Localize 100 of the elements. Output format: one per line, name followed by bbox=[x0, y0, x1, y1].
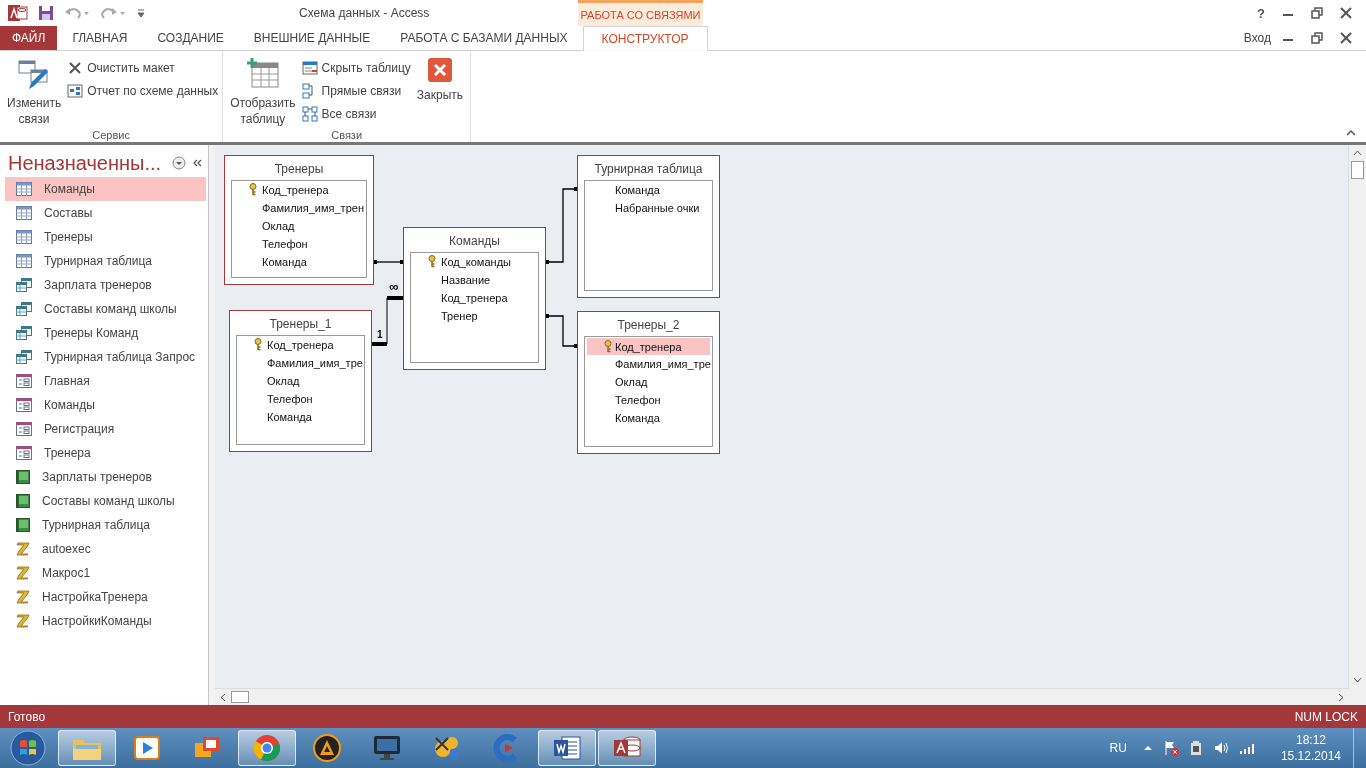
customize-toolbar-icon[interactable] bbox=[136, 8, 146, 18]
start-button[interactable] bbox=[8, 728, 48, 768]
field-row[interactable]: Команда bbox=[585, 181, 712, 199]
navigation-item[interactable]: Турнирная таблица bbox=[5, 513, 206, 537]
field-row[interactable]: Оклад bbox=[585, 373, 712, 391]
ribbon-button[interactable]: Все связи bbox=[301, 105, 411, 122]
field-row[interactable]: Набранные очки bbox=[585, 199, 712, 217]
navigation-item[interactable]: НастройкиКоманды bbox=[5, 609, 206, 633]
flag-icon[interactable] bbox=[1162, 740, 1179, 756]
group-label: Связи bbox=[330, 129, 364, 142]
navigation-pane-title[interactable]: Неназначенны... bbox=[8, 151, 166, 175]
clock-time[interactable]: 18:12 bbox=[1295, 732, 1326, 748]
show-hidden-icons-icon[interactable] bbox=[1142, 744, 1153, 752]
field-row[interactable]: Телефон bbox=[237, 390, 364, 408]
field-row[interactable]: Телефон bbox=[232, 235, 366, 253]
navigation-item[interactable]: Зарплаты тренеров bbox=[5, 465, 206, 489]
relationship-line[interactable] bbox=[371, 296, 404, 346]
table-title: Турнирная таблица bbox=[593, 161, 704, 178]
field-row[interactable]: Код_тренера bbox=[587, 338, 710, 355]
ribbon-button[interactable]: Закрыть bbox=[413, 55, 467, 129]
navigation-item[interactable]: Команды bbox=[5, 177, 206, 201]
field-row[interactable]: Фамилия_имя_тре bbox=[237, 354, 364, 372]
field-row[interactable]: Фамилия_имя_тре bbox=[585, 355, 712, 373]
restore-icon[interactable] bbox=[1311, 7, 1323, 19]
collapse-ribbon-icon[interactable] bbox=[1346, 129, 1356, 136]
field-row[interactable]: Тренер bbox=[411, 307, 538, 325]
ribbon-tab[interactable]: ВНЕШНИЕ ДАННЫЕ bbox=[238, 26, 386, 50]
relationship-line[interactable] bbox=[545, 187, 578, 264]
device-icon[interactable] bbox=[1188, 740, 1203, 756]
navigation-item[interactable]: Зарплата тренеров bbox=[5, 273, 206, 297]
sign-in-link[interactable]: Вход bbox=[1243, 31, 1271, 45]
volume-icon[interactable] bbox=[1212, 740, 1229, 756]
navigation-item[interactable]: НастройкаТренера bbox=[5, 585, 206, 609]
dropdown-icon[interactable] bbox=[172, 156, 186, 170]
ribbon-tab[interactable]: СОЗДАНИЕ bbox=[142, 26, 239, 50]
table-window[interactable]: Тренеры_1 Код_тренера Фамилия_имя_тре Оклад Телефон Команда bbox=[229, 310, 372, 452]
language-indicator[interactable]: RU bbox=[1109, 741, 1127, 755]
collapse-pane-icon[interactable] bbox=[192, 158, 202, 168]
relationship-line[interactable] bbox=[373, 260, 404, 264]
help-button[interactable]: ? bbox=[1257, 5, 1265, 21]
navigation-item[interactable]: Турнирная таблица bbox=[5, 249, 206, 273]
ribbon-button[interactable]: Скрыть таблицу bbox=[301, 59, 411, 76]
ribbon-button[interactable]: Изменить связи bbox=[4, 55, 65, 129]
navigation-item[interactable]: Тренеры bbox=[5, 225, 206, 249]
taskbar-button[interactable] bbox=[598, 730, 656, 766]
table-title: Тренеры_2 bbox=[616, 317, 681, 334]
navigation-item[interactable]: Тренера bbox=[5, 441, 206, 465]
field-row[interactable]: Код_тренера bbox=[232, 181, 366, 199]
save-icon[interactable] bbox=[38, 5, 54, 21]
taskbar-button[interactable] bbox=[238, 730, 296, 766]
ribbon-tab[interactable]: ГЛАВНАЯ bbox=[57, 26, 143, 50]
navigation-item[interactable]: autoexec bbox=[5, 537, 206, 561]
table-icon bbox=[16, 182, 32, 196]
relationship-line[interactable] bbox=[545, 314, 578, 348]
vertical-scrollbar[interactable] bbox=[1348, 145, 1366, 688]
window-title: Схема данных - Access bbox=[299, 6, 430, 20]
ribbon-button[interactable]: Очистить макет bbox=[67, 59, 219, 76]
ribbon-button[interactable]: Прямые связи bbox=[301, 82, 411, 99]
ribbon-tab[interactable]: ФАЙЛ bbox=[0, 26, 58, 50]
field-row[interactable]: Команда bbox=[232, 253, 366, 271]
app-icon[interactable] bbox=[8, 4, 28, 22]
ribbon-button[interactable]: Отобразить таблицу bbox=[227, 55, 299, 129]
scroll-thumb[interactable] bbox=[1351, 161, 1364, 179]
field-row[interactable]: Телефон bbox=[585, 391, 712, 409]
navigation-item[interactable]: Составы bbox=[5, 201, 206, 225]
navigation-item[interactable]: Тренеры Команд bbox=[5, 321, 206, 345]
navigation-item[interactable]: Составы команд школы bbox=[5, 297, 206, 321]
navigation-item[interactable]: Главная bbox=[5, 369, 206, 393]
clock-date[interactable]: 15.12.2014 bbox=[1280, 748, 1341, 764]
navigation-item[interactable]: Турнирная таблица Запрос bbox=[5, 345, 206, 369]
table-window[interactable]: Турнирная таблица Команда Набранные очки bbox=[577, 155, 720, 298]
field-row[interactable]: Название bbox=[411, 271, 538, 289]
field-row[interactable]: Оклад bbox=[232, 217, 366, 235]
ribbon-button[interactable]: Отчет по схеме данных bbox=[67, 82, 219, 99]
table-window[interactable]: Команды Код_команды Название Код_тренера Тренер bbox=[403, 227, 546, 370]
restore-icon[interactable] bbox=[1311, 32, 1323, 44]
navigation-item[interactable]: Команды bbox=[5, 393, 206, 417]
navigation-item[interactable]: Макрос1 bbox=[5, 561, 206, 585]
field-row[interactable]: Оклад bbox=[237, 372, 364, 390]
table-window[interactable]: Тренеры_2 Код_тренера Фамилия_имя_тре Оклад Телефон Команда bbox=[577, 311, 720, 454]
field-row[interactable]: Код_тренера bbox=[411, 289, 538, 307]
field-row[interactable]: Код_тренера bbox=[237, 336, 364, 354]
status-text: Готово bbox=[8, 709, 46, 724]
field-row[interactable]: Команда bbox=[237, 408, 364, 426]
table-icon bbox=[16, 230, 32, 244]
scroll-thumb[interactable] bbox=[231, 691, 249, 703]
table-window[interactable]: Тренеры Код_тренера Фамилия_имя_трен Оклад Телефон Команда bbox=[224, 155, 374, 285]
all-relationships-icon bbox=[301, 105, 318, 122]
close-icon[interactable] bbox=[1340, 32, 1352, 44]
navigation-item[interactable]: Составы команд школы bbox=[5, 489, 206, 513]
ribbon-tab[interactable]: КОНСТРУКТОР bbox=[582, 26, 708, 51]
field-row[interactable]: Код_команды bbox=[411, 253, 538, 271]
table-title: Тренеры bbox=[273, 161, 325, 178]
ribbon-tab[interactable]: РАБОТА С БАЗАМИ ДАННЫХ bbox=[385, 26, 583, 50]
field-row[interactable]: Команда bbox=[585, 409, 712, 427]
signal-icon[interactable] bbox=[1238, 741, 1257, 755]
navigation-item[interactable]: Регистрация bbox=[5, 417, 206, 441]
close-icon[interactable] bbox=[1340, 7, 1352, 19]
taskbar-button[interactable] bbox=[538, 730, 596, 766]
field-row[interactable]: Фамилия_имя_трен bbox=[232, 199, 366, 217]
